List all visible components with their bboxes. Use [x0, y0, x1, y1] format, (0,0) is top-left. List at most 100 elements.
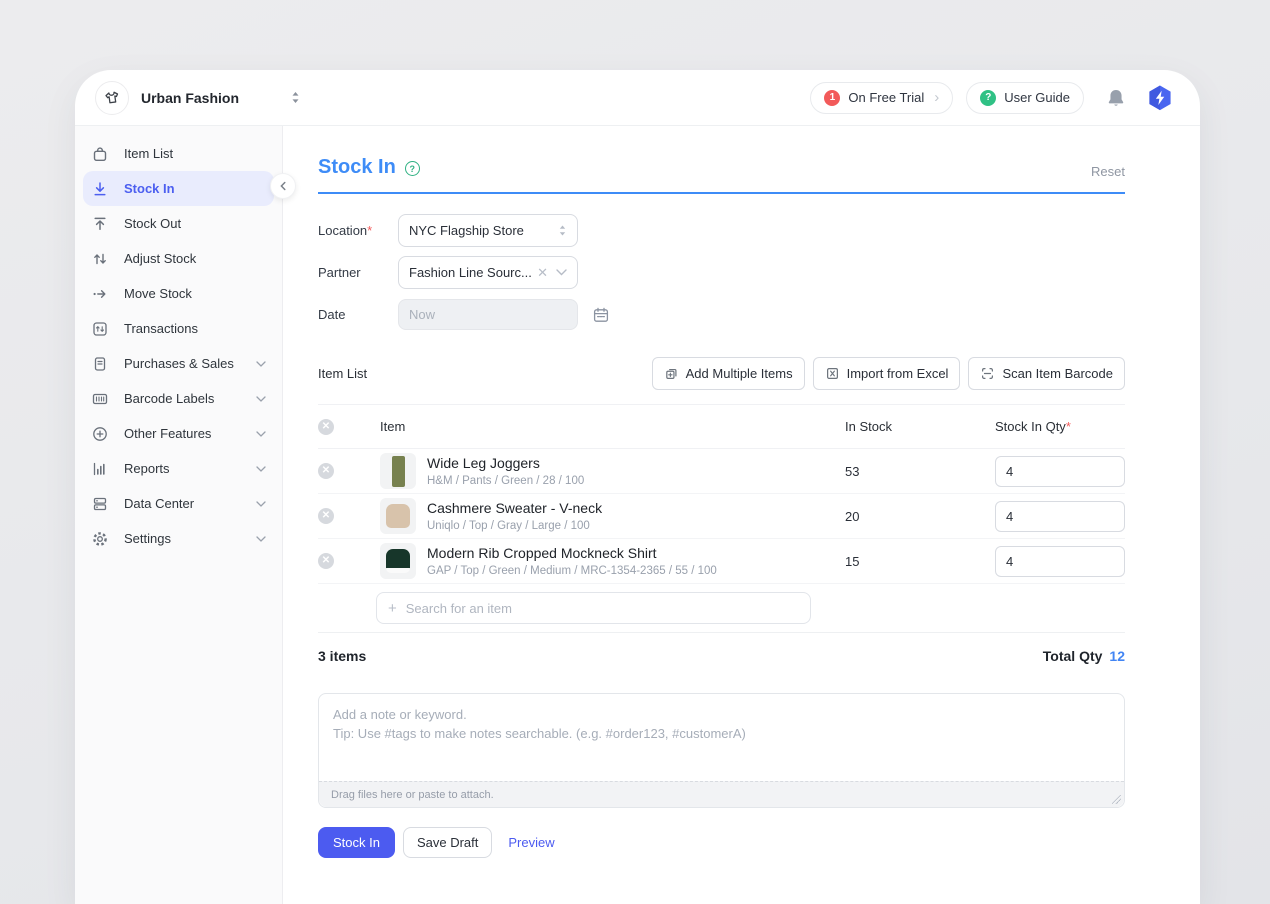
button-label: Import from Excel [847, 366, 949, 381]
sidebar-item-label: Move Stock [124, 286, 192, 301]
sidebar-item-reports[interactable]: Reports [75, 451, 282, 486]
table-row: ✕ Cashmere Sweater - V-neck Uniqlo / Top… [318, 494, 1125, 539]
item-thumbnail [380, 498, 416, 534]
button-label: Scan Item Barcode [1002, 366, 1113, 381]
chevron-down-icon [556, 269, 567, 276]
remove-row-icon[interactable]: ✕ [318, 553, 334, 569]
column-in-stock: In Stock [845, 419, 995, 434]
chevron-down-icon [256, 396, 266, 402]
data-center-icon [91, 495, 109, 513]
user-guide-pill[interactable]: ? User Guide [966, 82, 1084, 114]
barcode-scan-icon [980, 366, 995, 381]
excel-icon [825, 366, 840, 381]
table-row: ✕ Wide Leg Joggers H&M / Pants / Green /… [318, 449, 1125, 494]
chevron-down-icon [256, 501, 266, 507]
sidebar-item-label: Purchases & Sales [124, 356, 234, 371]
remove-all-icon[interactable]: ✕ [318, 419, 334, 435]
date-input[interactable]: Now [398, 299, 578, 330]
stock-in-form: Location* NYC Flagship Store Partner Fas… [318, 214, 1125, 331]
qty-input[interactable] [995, 501, 1125, 532]
note-placeholder: Add a note or keyword. Tip: Use #tags to… [319, 694, 1124, 754]
free-trial-pill[interactable]: 1 On Free Trial › [810, 82, 953, 114]
item-thumbnail [380, 453, 416, 489]
item-attributes: Uniqlo / Top / Gray / Large / 100 [427, 520, 602, 532]
partner-value: Fashion Line Sourc... [409, 265, 537, 280]
help-icon[interactable]: ? [405, 161, 420, 176]
sidebar-item-stock-in[interactable]: Stock In [83, 171, 274, 206]
stock-out-icon [91, 215, 109, 233]
qty-input[interactable] [995, 456, 1125, 487]
qty-input[interactable] [995, 546, 1125, 577]
remove-row-icon[interactable]: ✕ [318, 463, 334, 479]
main-content: Stock In ? Reset Location* NYC Flagship … [283, 126, 1200, 904]
add-multiple-items-icon [664, 366, 679, 381]
select-arrows-icon [558, 224, 567, 237]
in-stock-value: 20 [845, 509, 995, 524]
sidebar-collapse-button[interactable] [270, 173, 296, 199]
company-name: Urban Fashion [141, 90, 239, 106]
sidebar-item-label: Stock Out [124, 216, 181, 231]
reports-icon [91, 460, 109, 478]
sidebar-item-transactions[interactable]: Transactions [75, 311, 282, 346]
location-select[interactable]: NYC Flagship Store [398, 214, 578, 247]
column-stock-in-qty: Stock In Qty* [995, 419, 1125, 434]
form-actions: Stock In Save Draft Preview [318, 827, 1125, 858]
transactions-icon [91, 320, 109, 338]
item-name: Modern Rib Cropped Mockneck Shirt [427, 545, 717, 563]
account-avatar[interactable] [1146, 84, 1174, 112]
app-header: Urban Fashion 1 On Free Trial › ? User G… [75, 70, 1200, 126]
sidebar-item-label: Item List [124, 146, 173, 161]
item-table: ✕ Item In Stock Stock In Qty* ✕ Wide Leg… [318, 405, 1125, 633]
move-stock-icon [91, 285, 109, 303]
sidebar-item-other-features[interactable]: Other Features [75, 416, 282, 451]
items-count: 3 items [318, 648, 366, 664]
sidebar-item-data-center[interactable]: Data Center [75, 486, 282, 521]
add-multiple-items-button[interactable]: Add Multiple Items [652, 357, 805, 390]
sidebar-item-label: Adjust Stock [124, 251, 196, 266]
sidebar-item-adjust-stock[interactable]: Adjust Stock [75, 241, 282, 276]
clear-icon[interactable]: ✕ [537, 265, 548, 281]
sidebar-item-barcode-labels[interactable]: Barcode Labels [75, 381, 282, 416]
sidebar-item-item-list[interactable]: Item List [75, 136, 282, 171]
calendar-icon[interactable] [592, 306, 610, 324]
reset-button[interactable]: Reset [1091, 164, 1125, 179]
sidebar-item-settings[interactable]: Settings [75, 521, 282, 556]
import-from-excel-button[interactable]: Import from Excel [813, 357, 961, 390]
attachment-dropzone[interactable]: Drag files here or paste to attach. [319, 781, 1124, 807]
stock-in-submit-button[interactable]: Stock In [318, 827, 395, 858]
resize-handle[interactable] [1112, 795, 1121, 804]
save-draft-button[interactable]: Save Draft [403, 827, 492, 858]
remove-row-icon[interactable]: ✕ [318, 508, 334, 524]
item-list-icon [91, 145, 109, 163]
sidebar-item-move-stock[interactable]: Move Stock [75, 276, 282, 311]
total-qty-value: 12 [1109, 648, 1125, 664]
total-qty: Total Qty 12 [1043, 648, 1125, 664]
item-search-input[interactable]: + Search for an item [376, 592, 811, 624]
preview-link[interactable]: Preview [508, 835, 554, 850]
item-list-section-header: Item List Add Multiple Items Import from… [318, 357, 1125, 405]
tshirt-icon [102, 88, 122, 108]
partner-select[interactable]: Fashion Line Sourc... ✕ [398, 256, 578, 289]
table-row: ✕ Modern Rib Cropped Mockneck Shirt GAP … [318, 539, 1125, 584]
trial-label: On Free Trial [848, 90, 924, 105]
chevron-down-icon [256, 431, 266, 437]
user-guide-label: User Guide [1004, 90, 1070, 105]
in-stock-value: 53 [845, 464, 995, 479]
chevron-down-icon [256, 466, 266, 472]
sidebar-item-label: Stock In [124, 181, 175, 196]
notifications-bell-icon[interactable] [1106, 88, 1126, 108]
sidebar-item-label: Barcode Labels [124, 391, 214, 406]
sort-arrows-icon [291, 91, 300, 104]
sidebar-item-stock-out[interactable]: Stock Out [75, 206, 282, 241]
company-logo[interactable] [95, 81, 129, 115]
scan-item-barcode-button[interactable]: Scan Item Barcode [968, 357, 1125, 390]
plus-icon: + [388, 601, 397, 616]
app-window: Urban Fashion 1 On Free Trial › ? User G… [75, 70, 1200, 904]
company-switcher[interactable] [291, 91, 300, 104]
note-textarea[interactable]: Add a note or keyword. Tip: Use #tags to… [318, 693, 1125, 808]
item-attributes: GAP / Top / Green / Medium / MRC-1354-23… [427, 565, 717, 577]
chevron-left-icon [278, 180, 288, 192]
sidebar-item-purchases-sales[interactable]: Purchases & Sales [75, 346, 282, 381]
sidebar-item-label: Reports [124, 461, 170, 476]
location-value: NYC Flagship Store [409, 223, 558, 238]
